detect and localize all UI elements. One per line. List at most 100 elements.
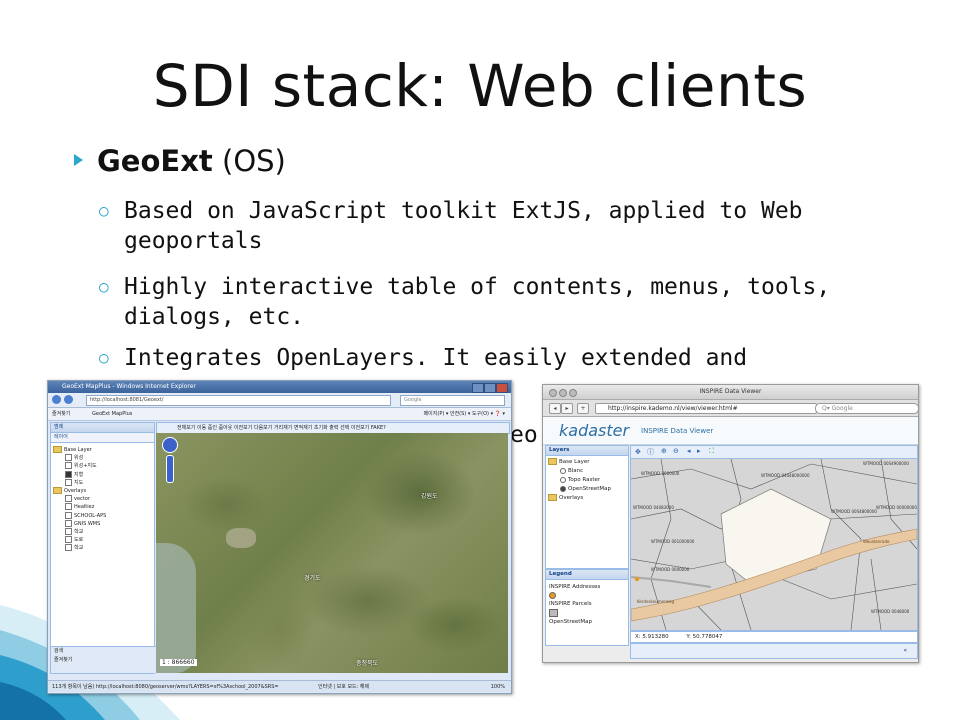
bullet-suffix: (OS) — [212, 144, 286, 178]
tree-node[interactable]: 지형 — [53, 470, 152, 479]
tree-node-overlays[interactable]: Overlays — [548, 494, 626, 503]
tree-node[interactable]: 학교 — [53, 544, 152, 552]
search-input[interactable]: Q▾ Google — [815, 403, 918, 414]
map-label: WTMOOD 00S4800000 — [831, 509, 877, 514]
tree-node[interactable]: Topo Raster — [548, 476, 626, 485]
info-tool-icon[interactable]: ⓘ — [647, 447, 654, 457]
checkbox-icon[interactable] — [65, 503, 72, 511]
minimize-button[interactable] — [559, 389, 567, 397]
command-bar[interactable]: 페이지(P) ▾ 안전(S) ▾ 도구(O) ▾ ❓ ▾ — [424, 408, 505, 420]
forward-button[interactable]: ▸ — [561, 403, 573, 414]
tree-node-overlays[interactable]: Overlays — [53, 487, 152, 495]
checkbox-icon[interactable] — [65, 495, 72, 503]
search-input[interactable]: Google — [400, 395, 505, 406]
tree-node[interactable]: 학교 — [53, 528, 152, 536]
zoom-slider[interactable] — [166, 455, 174, 483]
sea-area — [156, 543, 196, 673]
slide: SDI stack: Web clients GeoExt (OS) ○ Bas… — [0, 0, 960, 720]
favorites-button[interactable]: 즐겨찾기 — [48, 411, 70, 417]
geoext-screenshot: GeoExt MapPlus - Windows Internet Explor… — [47, 380, 512, 694]
address-input[interactable]: http://localhost:8081/Geoext/ — [86, 395, 391, 406]
legend-title: Legend — [546, 570, 628, 580]
tree-node-base-layer[interactable]: Base Layer — [548, 458, 626, 467]
next-extent-icon[interactable]: ▸ — [697, 447, 701, 455]
tree-node[interactable]: vector — [53, 495, 152, 503]
subbullet-1: ○ Based on JavaScript toolkit ExtJS, app… — [99, 196, 844, 256]
subbullet-circle-icon: ○ — [99, 348, 109, 367]
layer-tree: Base Layer 위성 위성+지도 지형 지도 Overlays vecto… — [51, 443, 154, 556]
map-label: WTMOOD 001000000 — [651, 539, 695, 544]
subbullet-text: Based on JavaScript toolkit ExtJS, appli… — [124, 198, 803, 254]
map-label: 충청북도 — [356, 660, 379, 667]
checkbox-icon[interactable] — [65, 536, 72, 544]
pan-tool-icon[interactable]: ✥ — [635, 448, 641, 456]
layers-title: Layers — [546, 446, 628, 456]
parcel-map[interactable]: WTMOOD 1000000 WTMOOD 04083000 WTMOOD 04… — [630, 458, 918, 631]
inspire-screenshot: INSPIRE Data Viewer ◂ ▸ + http://inspire… — [542, 384, 919, 663]
radio-icon[interactable] — [560, 485, 566, 492]
tab-favorites[interactable]: 즐겨찾기 — [54, 656, 157, 665]
collapse-icon[interactable]: « — [903, 647, 917, 654]
zoom-out-tool-icon[interactable]: ⊖ — [673, 447, 679, 455]
kadaster-logo: kadaster — [559, 421, 630, 440]
address-input[interactable]: http://inspire.kademo.nl/view/viewer.htm… — [595, 403, 817, 414]
minimize-button[interactable] — [472, 383, 484, 393]
tree-node[interactable]: 도로 — [53, 536, 152, 544]
radio-icon[interactable] — [65, 478, 72, 486]
tree-node-base-layer[interactable]: Base Layer — [53, 446, 152, 454]
radio-icon[interactable] — [65, 470, 72, 478]
maximize-button[interactable] — [569, 389, 577, 397]
folder-icon — [548, 458, 557, 465]
layers-panel: Layers Base Layer Blanc Topo Raster Open… — [545, 445, 629, 569]
window-titlebar: GeoExt MapPlus - Windows Internet Explor… — [48, 381, 511, 393]
zoom-level[interactable]: 100% — [491, 681, 505, 693]
tree-node[interactable]: SCHOOL-APS — [53, 511, 152, 520]
checkbox-icon[interactable] — [65, 519, 72, 527]
full-extent-icon[interactable]: ⛶ — [709, 447, 714, 456]
slide-title: SDI stack: Web clients — [152, 52, 808, 120]
bullet-geoext: GeoExt (OS) — [74, 144, 286, 178]
map-label: WTMOOD 04048000000 — [761, 473, 810, 478]
checkbox-icon[interactable] — [65, 511, 72, 519]
tree-node[interactable]: OpenStreetMap — [548, 485, 626, 494]
back-button[interactable]: ◂ — [549, 403, 561, 414]
pan-control-icon[interactable] — [162, 437, 178, 453]
folder-icon — [53, 487, 62, 495]
tab-search[interactable]: 검색 — [54, 647, 157, 656]
coordinate-readout: X: 5.913280 Y: 50.778047 — [630, 631, 918, 643]
map-label: 강원도 — [421, 493, 438, 500]
tree-node[interactable]: 위성+지도 — [53, 462, 152, 470]
scale-box[interactable]: 1 : 866660 — [160, 659, 197, 666]
radio-icon[interactable] — [65, 454, 72, 462]
satellite-map[interactable]: 강원도 경기도 충청북도 1 : 866660 — [156, 433, 508, 673]
checkbox-icon[interactable] — [65, 528, 72, 536]
parcel-map-svg — [631, 459, 917, 630]
prev-extent-icon[interactable]: ◂ — [687, 447, 691, 455]
tree-node[interactable]: Blanc — [548, 467, 626, 476]
add-bookmark-button[interactable]: + — [577, 403, 589, 414]
forward-icon[interactable] — [64, 395, 73, 404]
tree-node[interactable]: GNIS WMS — [53, 519, 152, 528]
tree-node[interactable]: 지도 — [53, 478, 152, 487]
close-button[interactable] — [496, 383, 508, 393]
checkbox-icon[interactable] — [65, 544, 72, 552]
tree-node[interactable]: 위성 — [53, 454, 152, 462]
zoom-in-tool-icon[interactable]: ⊕ — [661, 447, 667, 455]
map-tools[interactable]: 전체보기 이동 줌인 줌아웃 이전보기 다음보기 거리재기 면적재기 초기화 출… — [157, 425, 386, 431]
browser-toolbar: 즐겨찾기 GeoExt MapPlus 페이지(P) ▾ 안전(S) ▾ 도구(… — [48, 408, 511, 421]
legend-item-addresses: INSPIRE Addresses — [549, 584, 601, 590]
browser-tab[interactable]: GeoExt MapPlus — [72, 411, 132, 417]
maximize-button[interactable] — [484, 383, 496, 393]
radio-icon[interactable] — [560, 476, 566, 483]
close-button[interactable] — [549, 389, 557, 397]
back-icon[interactable] — [52, 395, 61, 404]
radio-icon[interactable] — [560, 467, 566, 474]
tree-node[interactable]: Healtiez — [53, 503, 152, 511]
road-label: Weustenrade — [863, 539, 890, 544]
road-label: Kerdeskeumerweg — [637, 599, 674, 604]
subbullet-circle-icon: ○ — [99, 277, 109, 296]
map-label: WTMOOD 00S4900000 — [863, 461, 909, 466]
map-label: WTMOOD 00000000 — [876, 505, 917, 510]
radio-icon[interactable] — [65, 462, 72, 470]
panel-subtitle: 레이어 — [51, 433, 154, 443]
